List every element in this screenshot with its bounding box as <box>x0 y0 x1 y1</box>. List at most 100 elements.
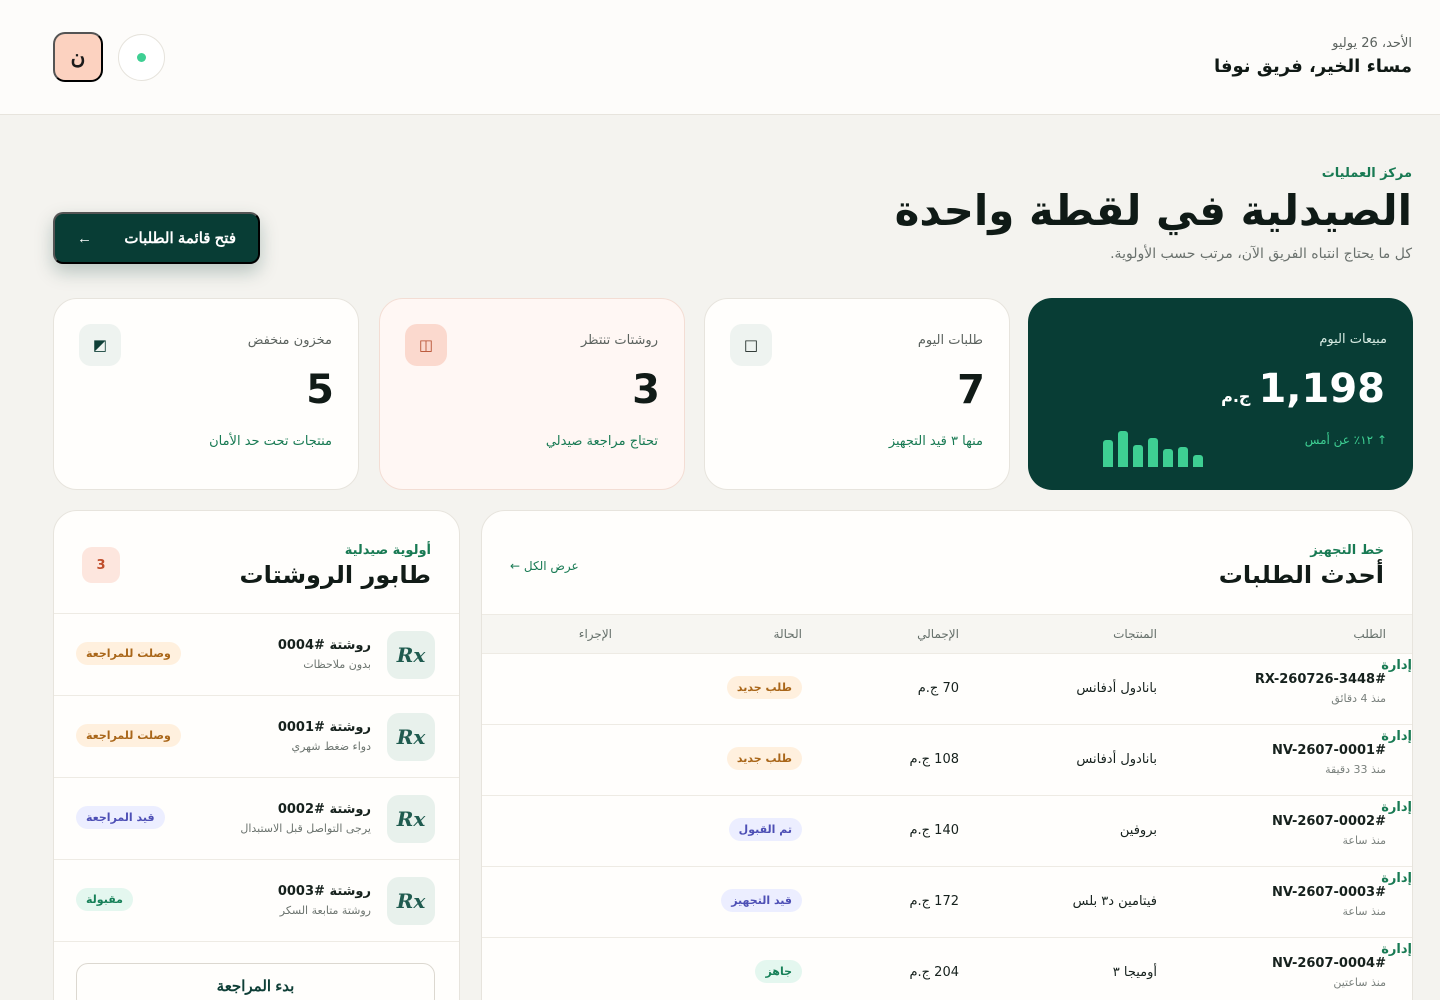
queue-kicker: أولوية صيدلية <box>344 543 431 558</box>
orders-value: 7 <box>957 367 985 413</box>
low-stock-label: مخزون منخفض <box>247 333 332 348</box>
sales-bar <box>1163 449 1173 467</box>
order-id: RX-260726-3448# <box>1254 672 1386 687</box>
order-total: 172 ج.م <box>909 894 959 909</box>
status-badge: مقبولة <box>76 888 133 911</box>
order-time: منذ ساعتين <box>1333 976 1386 989</box>
prescription-queue-panel: أولوية صيدلية طابور الروشتات 3 Rx روشتة … <box>53 510 460 1000</box>
prescription-name: روشتة #0001 <box>277 720 371 735</box>
online-status-icon <box>137 53 146 62</box>
prescription-icon: Rx <box>387 795 435 843</box>
sales-bar <box>1133 445 1143 467</box>
column-order: الطلب <box>1353 627 1386 641</box>
order-total: 204 ج.م <box>909 965 959 980</box>
prescription-name: روشتة #0004 <box>277 638 371 653</box>
start-review-button[interactable]: بدء المراجعة <box>76 963 435 1000</box>
order-products: بانادول أدفانس <box>1076 681 1157 696</box>
prescription-note: دواء ضغط شهري <box>291 740 372 753</box>
orders-note: منها ٣ قيد التجهيز <box>888 434 983 449</box>
column-action: الإجراء <box>578 627 612 641</box>
order-time: منذ 4 دقائق <box>1331 692 1386 705</box>
order-id: NV-2607-0003# <box>1271 885 1386 900</box>
prescription-name: روشتة #0003 <box>277 884 371 899</box>
low-stock-value: 5 <box>306 367 334 413</box>
sales-bar <box>1118 431 1128 467</box>
manage-order-link[interactable]: إدارة <box>1381 871 1412 886</box>
prescriptions-label: روشتات تنتظر <box>580 333 658 348</box>
order-total: 70 ج.م <box>917 681 959 696</box>
low-stock-note: منتجات تحت حد الأمان <box>209 434 332 449</box>
table-row: NV-2607-0004# منذ ساعتين أوميجا ٣ 204 ج.م … <box>482 938 1412 1000</box>
status-badge: طلب جديد <box>726 676 802 699</box>
status-badge: تم القبول <box>728 818 802 841</box>
order-time: منذ ساعة <box>1342 834 1386 847</box>
orders-title: أحدث الطلبات <box>1218 561 1384 589</box>
order-id: NV-2607-0002# <box>1271 814 1386 829</box>
orders-label: طلبات اليوم <box>917 333 983 348</box>
queue-count-badge: 3 <box>82 547 120 583</box>
order-id: NV-2607-0001# <box>1271 743 1386 758</box>
page-title: الصيدلية في لقطة واحدة <box>894 186 1412 235</box>
prescription-note: روشتة متابعة السكر <box>279 904 371 917</box>
order-products: فيتامين د٣ بلس <box>1072 894 1157 909</box>
current-date: الأحد، 26 يوليو <box>1332 36 1412 51</box>
table-row: RX-260726-3448# منذ 4 دقائق بانادول أدفان… <box>482 654 1412 725</box>
orders-kicker: خط التجهيز <box>1310 543 1384 558</box>
sales-mini-chart <box>1103 427 1205 467</box>
section-eyebrow: مركز العمليات <box>1321 166 1412 181</box>
sales-value: 1,198 ج.م <box>1221 366 1385 412</box>
list-item[interactable]: Rx روشتة #0002 يرجى التواصل قبل الاستبدا… <box>54 778 459 860</box>
greeting: مساء الخير، فريق نوفا <box>1213 56 1412 77</box>
order-products: بانادول أدفانس <box>1076 752 1157 767</box>
table-row: NV-2607-0001# منذ 33 دقيقة بانادول أدفانس… <box>482 725 1412 796</box>
order-time: منذ ساعة <box>1342 905 1386 918</box>
low-stock-stat-card: ◩ مخزون منخفض 5 منتجات تحت حد الأمان <box>53 298 359 490</box>
status-badge: جاهز <box>755 960 802 983</box>
order-id: NV-2607-0004# <box>1271 956 1386 971</box>
status-badge: قيد المراجعة <box>76 806 165 829</box>
prescriptions-stat-card: ◫ روشتات تنتظر 3 تحتاج مراجعة صيدلي <box>379 298 685 490</box>
order-products: أوميجا ٣ <box>1112 965 1157 980</box>
status-badge: وصلت للمراجعة <box>76 724 181 747</box>
queue-title: طابور الروشتات <box>239 561 431 589</box>
status-badge: طلب جديد <box>726 747 802 770</box>
page-subtitle: كل ما يحتاج انتباه الفريق الآن، مرتب حسب… <box>1110 246 1412 262</box>
manage-order-link[interactable]: إدارة <box>1381 658 1412 673</box>
orders-stat-card: □ طلبات اليوم 7 منها ٣ قيد التجهيز <box>704 298 1010 490</box>
list-item[interactable]: Rx روشتة #0003 روشتة متابعة السكر مقبولة <box>54 860 459 942</box>
column-status: الحالة <box>773 627 802 641</box>
sales-bar <box>1103 439 1113 467</box>
view-all-link[interactable]: عرض الكل ← <box>510 559 579 573</box>
manage-order-link[interactable]: إدارة <box>1381 800 1412 815</box>
prescriptions-note: تحتاج مراجعة صيدلي <box>545 434 658 449</box>
warning-icon: ◩ <box>79 324 121 366</box>
open-orders-button[interactable]: فتح قائمة الطلبات ← <box>53 212 260 264</box>
user-avatar-button[interactable]: ن <box>53 32 103 82</box>
online-status-button[interactable] <box>118 34 165 81</box>
manage-order-link[interactable]: إدارة <box>1381 729 1412 744</box>
sales-bar <box>1148 438 1158 467</box>
order-products: بروفين <box>1119 823 1157 838</box>
arrow-left-icon: ← <box>77 229 92 247</box>
top-bar: الأحد، 26 يوليو مساء الخير، فريق نوفا ن <box>0 0 1440 115</box>
prescription-icon: Rx <box>387 877 435 925</box>
order-total: 140 ج.م <box>909 823 959 838</box>
order-time: منذ 33 دقيقة <box>1325 763 1386 776</box>
prescription-icon: Rx <box>387 631 435 679</box>
sales-trend: ↑ ١٢٪ عن أمس <box>1304 433 1387 447</box>
manage-order-link[interactable]: إدارة <box>1381 942 1412 957</box>
table-row: NV-2607-0003# منذ ساعة فيتامين د٣ بلس 172 … <box>482 867 1412 938</box>
document-icon: ◫ <box>405 324 447 366</box>
recent-orders-panel: خط التجهيز أحدث الطلبات عرض الكل ← الطلب… <box>481 510 1413 1000</box>
status-badge: وصلت للمراجعة <box>76 642 181 665</box>
prescription-icon: Rx <box>387 713 435 761</box>
orders-table-header: الطلب المنتجات الإجمالي الحالة الإجراء <box>482 614 1412 654</box>
sales-label: مبيعات اليوم <box>1319 332 1387 347</box>
sales-stat-card: مبيعات اليوم 1,198 ج.م ↑ ١٢٪ عن أمس <box>1028 298 1413 490</box>
prescription-note: يرجى التواصل قبل الاستبدال <box>240 822 371 835</box>
list-item[interactable]: Rx روشتة #0004 بدون ملاحظات وصلت للمراجع… <box>54 614 459 696</box>
list-item[interactable]: Rx روشتة #0001 دواء ضغط شهري وصلت للمراج… <box>54 696 459 778</box>
status-badge: قيد التجهيز <box>721 889 802 912</box>
prescriptions-value: 3 <box>632 367 660 413</box>
prescription-name: روشتة #0002 <box>277 802 371 817</box>
